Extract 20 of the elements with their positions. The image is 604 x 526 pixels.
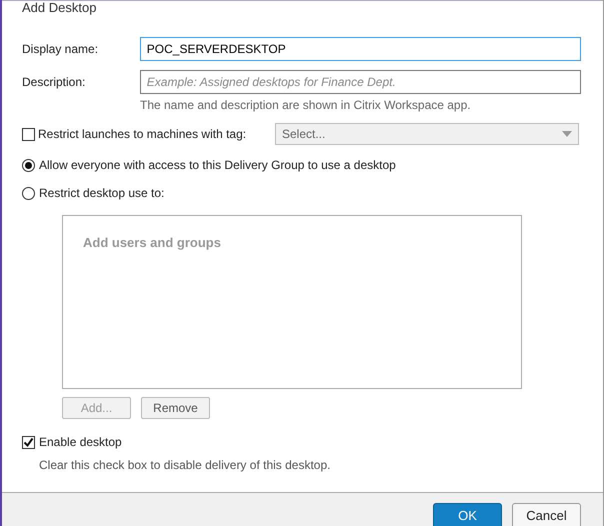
checkbox-label: Enable desktop: [39, 434, 122, 451]
input-field[interactable]: POC_SERVERDESKTOP: [140, 37, 581, 61]
field-label: Display name:: [22, 41, 100, 58]
hint-text: Clear this check box to disable delivery of this desktop.: [39, 457, 330, 474]
checkbox[interactable]: [22, 128, 35, 140]
ok-button[interactable]: OK: [433, 503, 502, 526]
window-title: Add Desktop: [2, 0, 603, 16]
caret-icon: [562, 131, 572, 137]
input-field[interactable]: Example: Assigned desktops for Finance Dept.: [140, 70, 581, 94]
checkbox[interactable]: [22, 436, 35, 448]
radio-button[interactable]: [22, 186, 35, 200]
radio-label: Restrict desktop use to:: [39, 185, 164, 202]
field-label: Description:: [22, 74, 86, 91]
tag-select: Select...: [275, 123, 579, 145]
hint-text: The name and description are shown in Citrix Workspace app.: [140, 97, 472, 114]
cancel-button[interactable]: Cancel: [512, 503, 581, 526]
list-button[interactable]: Remove: [141, 397, 210, 419]
checkbox-label: Restrict launches to machines with tag:: [38, 126, 246, 143]
radio-button[interactable]: [22, 158, 35, 172]
radio-label: Allow everyone with access to this Delivery Group to use a desktop: [39, 157, 396, 174]
